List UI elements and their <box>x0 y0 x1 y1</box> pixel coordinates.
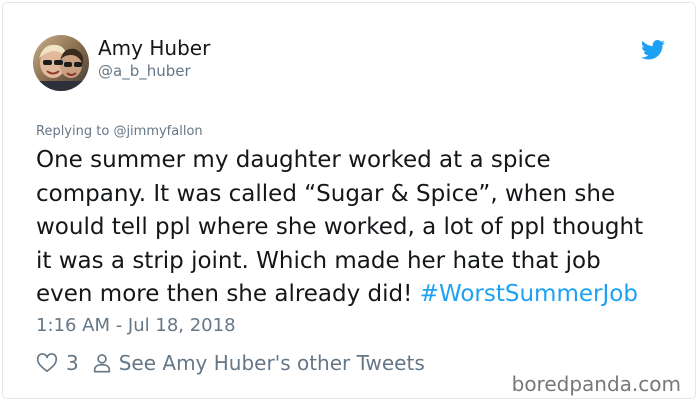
avatar-photo <box>33 35 89 91</box>
replying-prefix: Replying to <box>36 124 114 139</box>
timestamp[interactable]: 1:16 AM - Jul 18, 2018 <box>36 315 236 336</box>
tweet-text-line-end: even more then she already did! <box>36 281 420 307</box>
other-tweets-link[interactable]: See Amy Huber's other Tweets <box>119 351 425 375</box>
tweet-text-line: company. It was called “Sugar & Spice”, … <box>36 180 616 207</box>
person-icon[interactable] <box>91 352 113 374</box>
tweet-card: Amy Huber @a_b_huber Replying to @jimmyf… <box>2 2 696 399</box>
author-handle[interactable]: @a_b_huber <box>98 62 191 80</box>
twitter-bird-icon[interactable] <box>641 40 665 60</box>
tweet-actions: 3 See Amy Huber's other Tweets <box>36 349 425 377</box>
tweet-text-line: One summer my daughter worked at a spice <box>36 147 551 173</box>
replying-handle-link[interactable]: @jimmyfallon <box>113 124 202 139</box>
author-name[interactable]: Amy Huber <box>98 36 210 60</box>
tweet-text-line-last: even more then she already did! #WorstSu… <box>36 278 681 312</box>
replying-to: Replying to @jimmyfallon <box>36 124 203 139</box>
tweet-text-line: it was a strip joint. Which made her hat… <box>36 247 601 274</box>
avatar[interactable] <box>33 35 89 91</box>
tweet-text: One summer my daughter worked at a spice… <box>36 144 681 312</box>
heart-icon[interactable] <box>36 352 58 374</box>
tweet-text-line: would tell ppl where she worked, a lot o… <box>36 214 644 240</box>
watermark: boredpanda.com <box>511 372 681 396</box>
like-count: 3 <box>66 351 79 375</box>
hashtag-link[interactable]: #WorstSummerJob <box>420 281 638 307</box>
